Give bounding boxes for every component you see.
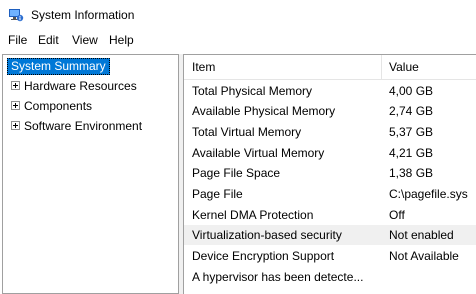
plus-expander-icon[interactable] — [11, 121, 20, 131]
row-value: 2,74 GB — [389, 104, 434, 118]
menu-view[interactable]: View — [71, 32, 99, 48]
tree-item-label: Software Environment — [24, 119, 143, 133]
table-row[interactable]: Device Encryption Support Not Available — [184, 246, 476, 266]
tree-item-software-environment[interactable]: Software Environment — [11, 118, 142, 135]
row-item: Kernel DMA Protection — [192, 208, 314, 222]
tree-item-components[interactable]: Components — [11, 98, 92, 115]
menu-help[interactable]: Help — [108, 32, 135, 48]
table-row[interactable]: Total Physical Memory 4,00 GB — [184, 81, 476, 101]
row-item: Total Virtual Memory — [192, 125, 302, 139]
tree-item-label: Hardware Resources — [24, 79, 137, 93]
row-value: Not enabled — [389, 228, 454, 242]
plus-expander-icon[interactable] — [11, 101, 20, 111]
tree-item-label: Components — [24, 99, 93, 113]
table-row[interactable]: A hypervisor has been detecte... — [184, 267, 476, 287]
column-divider[interactable] — [381, 55, 382, 79]
tree-item-system-summary[interactable]: System Summary — [7, 58, 110, 75]
menu-bar: File Edit View Help — [0, 30, 476, 50]
plus-expander-icon[interactable] — [11, 81, 20, 91]
column-header-item[interactable]: Item — [192, 60, 215, 74]
row-item: Available Virtual Memory — [192, 146, 325, 160]
table-row-selected[interactable]: Virtualization-based security Not enable… — [184, 225, 476, 245]
window-title: System Information — [31, 8, 135, 22]
list-header: Item Value — [184, 55, 476, 80]
row-value: C:\pagefile.sys — [389, 187, 468, 201]
row-item: Total Physical Memory — [192, 84, 313, 98]
table-row[interactable]: Page File C:\pagefile.sys — [184, 184, 476, 204]
row-item: Device Encryption Support — [192, 249, 335, 263]
table-row[interactable]: Available Virtual Memory 4,21 GB — [184, 143, 476, 163]
row-item: A hypervisor has been detecte... — [192, 270, 364, 284]
menu-file[interactable]: File — [7, 32, 28, 48]
row-value: Not Available — [389, 249, 459, 263]
row-item: Available Physical Memory — [192, 104, 336, 118]
menu-edit[interactable]: Edit — [37, 32, 60, 48]
row-value: Off — [389, 208, 405, 222]
details-list[interactable]: Item Value Total Physical Memory 4,00 GB… — [183, 54, 476, 294]
system-information-icon — [9, 9, 24, 22]
table-row[interactable]: Kernel DMA Protection Off — [184, 205, 476, 225]
table-row[interactable]: Total Virtual Memory 5,37 GB — [184, 122, 476, 142]
category-tree[interactable]: System Summary Hardware Resources Compon… — [2, 54, 179, 294]
row-item: Virtualization-based security — [192, 228, 342, 242]
row-value: 5,37 GB — [389, 125, 434, 139]
row-value: 1,38 GB — [389, 166, 434, 180]
table-row[interactable]: Available Physical Memory 2,74 GB — [184, 101, 476, 121]
title-bar: System Information — [0, 0, 476, 30]
table-row[interactable]: Page File Space 1,38 GB — [184, 163, 476, 183]
column-header-value[interactable]: Value — [389, 60, 419, 74]
row-item: Page File Space — [192, 166, 281, 180]
row-value: 4,21 GB — [389, 146, 434, 160]
tree-item-hardware-resources[interactable]: Hardware Resources — [11, 78, 137, 95]
row-value: 4,00 GB — [389, 84, 434, 98]
row-item: Page File — [192, 187, 243, 201]
